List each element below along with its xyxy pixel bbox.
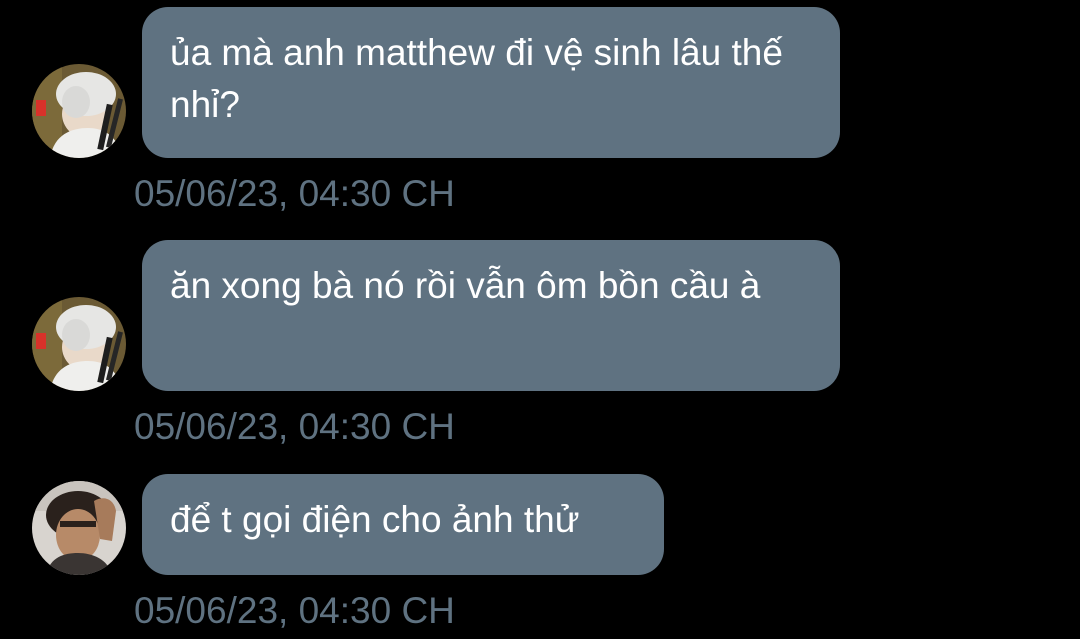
message-timestamp: 05/06/23, 04:30 CH [134, 590, 455, 631]
avatar-image [32, 297, 126, 391]
avatar-image [32, 481, 126, 575]
avatar-silver-hair-icon[interactable] [32, 297, 126, 391]
message-timestamp: 05/06/23, 04:30 CH [134, 173, 455, 214]
avatar-dark-hair-icon[interactable] [32, 481, 126, 575]
message-timestamp: 05/06/23, 04:30 CH [134, 406, 455, 447]
avatar-image [32, 64, 126, 158]
message-bubble[interactable]: ăn xong bà nó rồi vẫn ôm bồn cầu à [142, 240, 840, 391]
message-text: ăn xong bà nó rồi vẫn ôm bồn cầu à [170, 265, 761, 306]
chat-thread[interactable]: ủa mà anh matthew đi vệ sinh lâu thế nhỉ… [0, 0, 1080, 639]
message-text: ủa mà anh matthew đi vệ sinh lâu thế nhỉ… [170, 32, 783, 125]
message-text: để t gọi điện cho ảnh thử [170, 499, 580, 540]
message-bubble[interactable]: để t gọi điện cho ảnh thử [142, 474, 664, 575]
avatar-silver-hair-icon[interactable] [32, 64, 126, 158]
message-bubble[interactable]: ủa mà anh matthew đi vệ sinh lâu thế nhỉ… [142, 7, 840, 158]
